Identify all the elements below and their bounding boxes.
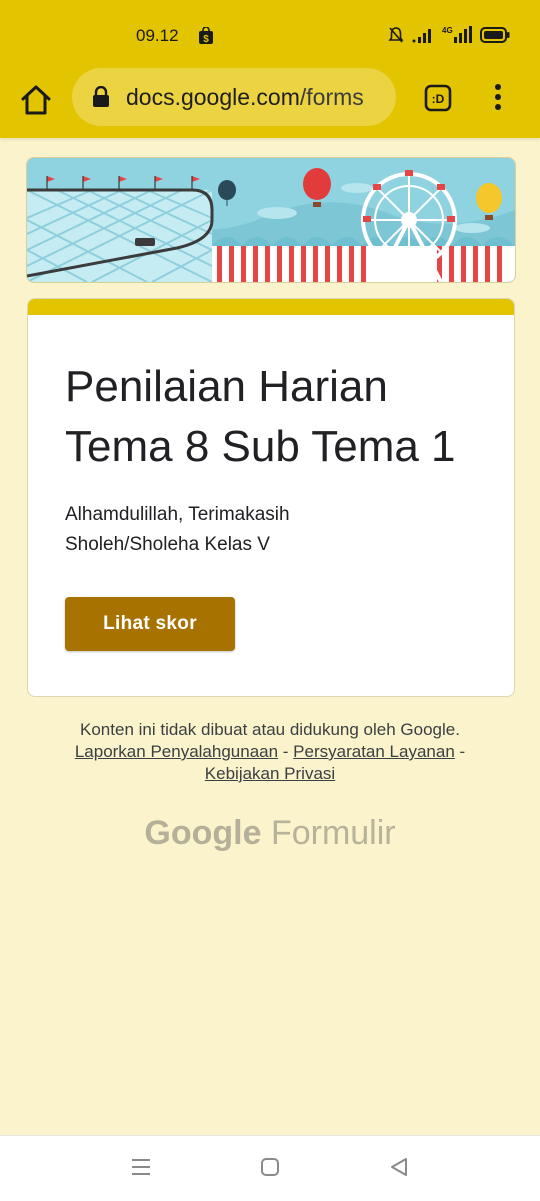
url-path: /forms: [299, 84, 364, 110]
address-bar[interactable]: docs.google.com/forms: [72, 68, 396, 126]
shopping-bag-icon: $: [199, 27, 213, 45]
brand-product: Formulir: [270, 814, 396, 852]
status-icons: 4G: [388, 24, 510, 46]
card-accent-bar: [28, 299, 514, 315]
system-nav-bar: [0, 1135, 540, 1201]
footer-links: Laporkan Penyalahgunaan - Persyaratan La…: [0, 741, 540, 763]
status-time: 09.12: [136, 26, 179, 45]
privacy-link[interactable]: Kebijakan Privasi: [205, 764, 335, 783]
browser-toolbar: docs.google.com/forms :D: [0, 68, 540, 138]
disclaimer-text: Konten ini tidak dibuat atau didukung ol…: [80, 720, 460, 739]
recents-icon[interactable]: [130, 1156, 152, 1178]
svg-text:4G: 4G: [442, 26, 453, 35]
footer-links-2: Kebijakan Privasi: [0, 763, 540, 785]
lock-icon: [93, 86, 109, 107]
carnival-illustration: [27, 158, 515, 282]
form-card: Penilaian Harian Tema 8 Sub Tema 1 Alham…: [27, 298, 515, 697]
link-separator: -: [454, 742, 466, 761]
form-description-line: Sholeh/Sholeha Kelas V: [65, 534, 270, 555]
muted-bell-icon: [388, 27, 404, 43]
link-separator: -: [278, 742, 294, 761]
header-banner: [26, 157, 516, 283]
report-abuse-link[interactable]: Laporkan Penyalahgunaan: [75, 742, 278, 761]
tabs-icon[interactable]: :D: [424, 84, 452, 112]
4g-signal-icon: 4G: [442, 26, 472, 43]
terms-link[interactable]: Persyaratan Layanan: [293, 742, 455, 761]
form-description-line: Alhamdulillah, Terimakasih: [65, 504, 290, 525]
more-vert-icon[interactable]: [486, 82, 510, 112]
svg-text:$: $: [203, 34, 209, 45]
url-text[interactable]: docs.google.com/forms: [126, 84, 364, 111]
form-title: Penilaian Harian Tema 8 Sub Tema 1: [65, 362, 456, 471]
signal-icon: [412, 29, 431, 43]
home-nav-icon[interactable]: [259, 1156, 281, 1178]
tabs-count: :D: [432, 92, 445, 106]
status-bar: 09.12 $ 4G: [0, 0, 540, 68]
home-icon[interactable]: [18, 82, 54, 118]
back-icon[interactable]: [388, 1156, 410, 1178]
form-description: Alhamdulillah, Terimakasih Sholeh/Sholeh…: [65, 500, 465, 560]
google-forms-logo[interactable]: Google Formulir: [0, 814, 540, 853]
battery-icon: [480, 27, 510, 43]
view-score-button[interactable]: Lihat skor: [65, 597, 235, 651]
brand-google: Google: [144, 814, 262, 852]
url-domain: docs.google.com: [126, 84, 300, 110]
